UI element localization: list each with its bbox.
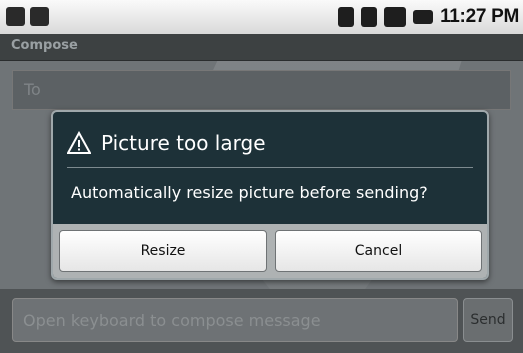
to-field[interactable]: To: [12, 70, 511, 110]
battery-icon: [413, 10, 434, 24]
compose-bar: Open keyboard to compose message Send: [0, 289, 523, 353]
dialog-button-bar: Resize Cancel: [53, 224, 487, 278]
voicemail-icon: [30, 7, 49, 26]
picture-too-large-dialog: Picture too large Automatically resize p…: [51, 110, 489, 280]
dialog-title: Picture too large: [101, 131, 266, 155]
signal-icon: [384, 7, 407, 27]
notification-icon: [6, 7, 25, 26]
app-title: Compose: [11, 38, 78, 53]
warning-icon: [67, 131, 91, 154]
to-placeholder: To: [24, 80, 41, 99]
compose-placeholder: Open keyboard to compose message: [23, 311, 321, 330]
dialog-divider: [67, 167, 473, 168]
dialog-header: Picture too large: [67, 128, 266, 158]
dialog-message: Automatically resize picture before send…: [71, 183, 428, 202]
resize-button[interactable]: Resize: [59, 230, 267, 272]
wifi-icon: [361, 7, 378, 27]
status-bar: 11:27 PM: [0, 0, 523, 34]
bluetooth-icon: [338, 7, 355, 27]
send-button[interactable]: Send: [463, 298, 513, 342]
status-bar-left: [6, 7, 49, 26]
app-titlebar: Compose: [0, 34, 523, 61]
status-bar-right: 11:27 PM: [338, 5, 519, 29]
status-time: 11:27 PM: [440, 6, 519, 27]
cancel-button[interactable]: Cancel: [275, 230, 482, 272]
compose-message-input[interactable]: Open keyboard to compose message: [12, 298, 458, 342]
